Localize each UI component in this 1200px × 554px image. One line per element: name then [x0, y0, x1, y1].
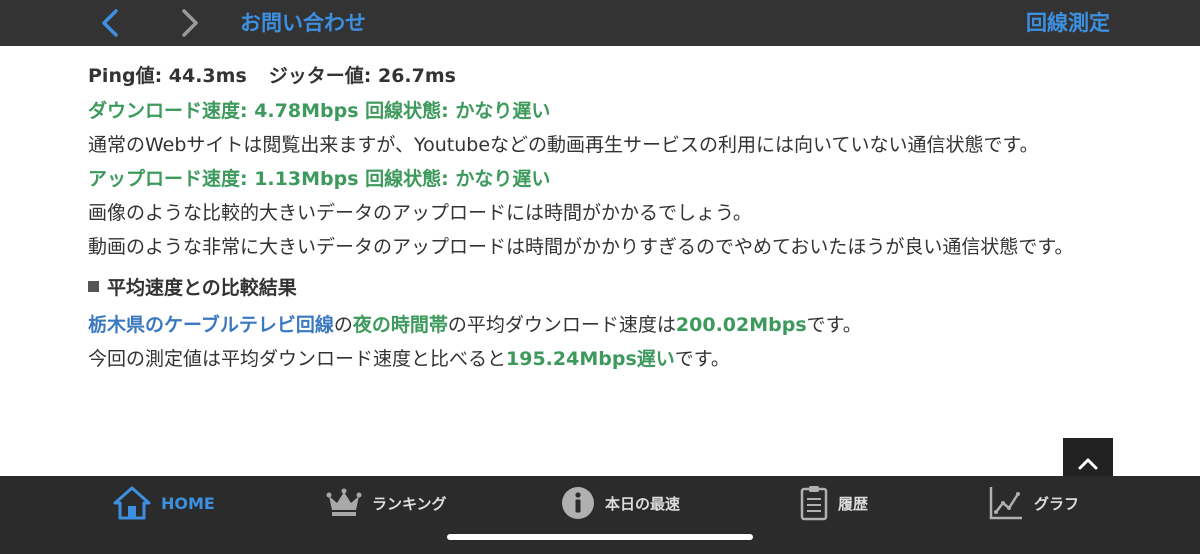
download-description: 通常のWebサイトは閲覧出来ますが、Youtubeなどの動画再生サービスの利用に…: [88, 134, 1039, 156]
chevron-left-icon: [102, 9, 118, 37]
tab-graph-label: グラフ: [1034, 494, 1080, 513]
ping-jitter-row: Ping値: 44.3ms ジッター値: 26.7ms: [88, 58, 1128, 94]
tab-history-label: 履歴: [838, 494, 869, 513]
contact-link[interactable]: お問い合わせ: [240, 8, 366, 38]
comparison-text: の: [333, 314, 353, 336]
average-speed-value: 200.02Mbps: [675, 314, 807, 336]
comparison-text: です。: [806, 314, 862, 336]
comparison-text: 今回の測定値は平均ダウンロード速度と比べると: [88, 348, 507, 370]
tab-home-label: HOME: [161, 493, 215, 513]
chevron-up-icon: [1078, 458, 1098, 470]
tab-ranking[interactable]: ランキング: [326, 482, 447, 524]
ping-value: Ping値: 44.3ms: [88, 65, 247, 87]
time-period: 夜の時間帯: [352, 314, 448, 336]
comparison-line-1: 栃木県のケーブルテレビ回線の夜の時間帯の平均ダウンロード速度は200.02Mbp…: [88, 308, 1128, 342]
tab-home[interactable]: HOME: [113, 482, 215, 524]
home-indicator[interactable]: [447, 534, 753, 540]
square-bullet-icon: [88, 281, 99, 292]
comparison-text: の平均ダウンロード速度は: [447, 314, 676, 336]
line-chart-icon: [989, 487, 1022, 520]
upload-description-1: 画像のような比較的大きいデータのアップロードには時間がかかるでしょう。: [88, 202, 752, 224]
comparison-heading-text: 平均速度との比較結果: [107, 277, 297, 299]
jitter-value: ジッター値: 26.7ms: [268, 65, 456, 87]
forward-button[interactable]: [170, 4, 210, 42]
region-link[interactable]: 栃木県のケーブルテレビ回線: [88, 314, 334, 336]
crown-icon: [326, 488, 362, 516]
clipboard-list-icon: [800, 486, 828, 521]
tab-best-today[interactable]: 本日の最速: [561, 482, 680, 524]
back-button[interactable]: [90, 4, 130, 42]
upload-description-2: 動画のような非常に大きいデータのアップロードは時間がかかりすぎるのでやめておいた…: [88, 236, 1074, 258]
download-speed-heading: ダウンロード速度: 4.78Mbps 回線状態: かなり遅い: [88, 100, 551, 122]
result-content: Ping値: 44.3ms ジッター値: 26.7ms ダウンロード速度: 4.7…: [88, 58, 1128, 376]
tab-graph[interactable]: グラフ: [988, 482, 1079, 524]
upload-speed-heading: アップロード速度: 1.13Mbps 回線状態: かなり遅い: [88, 168, 551, 190]
tab-ranking-label: ランキング: [372, 494, 447, 513]
comparison-line-2: 今回の測定値は平均ダウンロード速度と比べると195.24Mbps遅いです。: [88, 342, 1128, 376]
line-measure-link[interactable]: 回線測定: [1026, 8, 1110, 38]
top-navigation-bar: お問い合わせ 回線測定: [0, 0, 1200, 46]
chevron-right-icon: [182, 9, 198, 37]
tab-best-today-label: 本日の最速: [605, 494, 681, 513]
speed-difference-value: 195.24Mbps遅い: [506, 348, 675, 370]
home-icon: [113, 486, 151, 520]
comparison-heading: 平均速度との比較結果: [88, 268, 1128, 308]
comparison-text: です。: [674, 348, 730, 370]
tab-history[interactable]: 履歴: [800, 482, 868, 524]
info-icon: [562, 487, 594, 519]
bottom-tab-bar: HOME ランキング 本日の最速 履歴 グラフ: [0, 476, 1200, 554]
